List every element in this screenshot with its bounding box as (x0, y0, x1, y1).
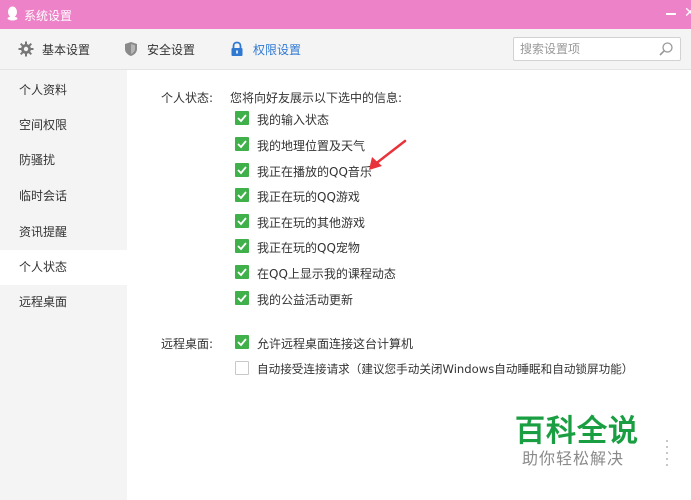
sidebar-item-remote-desktop[interactable]: 远程桌面 (0, 285, 127, 320)
check-icon (237, 242, 247, 251)
option-label-allow-remote-desktop: 允许远程桌面连接这台计算机 (257, 337, 414, 351)
sidebar-item-personal-status[interactable]: 个人状态 (0, 250, 127, 285)
option-label-qq-games: 我正在玩的QQ游戏 (257, 190, 360, 204)
tab-permission-settings-label: 权限设置 (253, 42, 302, 57)
settings-toolbar: 基本设置 安全设置 权限设置 (0, 29, 691, 70)
settings-sidebar: 个人资料 空间权限 防骚扰 临时会话 资讯提醒 个人状态 远程桌面 (0, 70, 127, 500)
option-label-course-activity: 在QQ上显示我的课程动态 (257, 267, 396, 281)
tab-basic-settings-label: 基本设置 (42, 42, 91, 57)
title-bar: 系统设置 ✕ (0, 0, 691, 29)
sidebar-item-space-permissions[interactable]: 空间权限 (0, 108, 127, 143)
check-icon (237, 338, 247, 347)
search-input[interactable] (520, 41, 650, 57)
shield-icon (125, 42, 137, 56)
option-label-qq-music: 我正在播放的QQ音乐 (257, 165, 372, 179)
close-button[interactable]: ✕ (684, 3, 691, 23)
personal-status-label: 个人状态: (161, 91, 214, 105)
sidebar-item-news-alerts[interactable]: 资讯提醒 (0, 215, 127, 250)
checkbox-qq-music[interactable] (235, 163, 249, 177)
option-label-auto-accept-connection: 自动接受连接请求（建议您手动关闭Windows自动睡眠和自动锁屏功能） (257, 362, 634, 376)
tab-security-settings[interactable]: 安全设置 (123, 29, 195, 69)
checkbox-other-games[interactable] (235, 214, 249, 228)
checkbox-typing-status[interactable] (235, 111, 249, 125)
check-icon (237, 191, 247, 200)
check-icon (237, 140, 247, 149)
check-icon (237, 114, 247, 123)
tab-basic-settings[interactable]: 基本设置 (18, 29, 90, 69)
option-label-location-weather: 我的地理位置及天气 (257, 139, 366, 153)
resize-grip-icon[interactable] (660, 440, 670, 470)
check-icon (237, 217, 247, 226)
watermark-slogan: 助你轻松解决 (522, 449, 625, 468)
checkbox-location-weather[interactable] (235, 137, 249, 151)
sidebar-item-profile[interactable]: 个人资料 (0, 73, 127, 108)
option-label-typing-status: 我的输入状态 (257, 113, 330, 127)
checkbox-course-activity[interactable] (235, 265, 249, 279)
remote-desktop-label: 远程桌面: (161, 337, 214, 351)
watermark-logo: 百科全说 (515, 414, 639, 449)
search-box[interactable] (513, 37, 681, 61)
personal-status-intro: 您将向好友展示以下选中的信息: (230, 91, 403, 105)
tab-security-settings-label: 安全设置 (147, 42, 196, 57)
minimize-button[interactable] (666, 13, 676, 15)
lock-icon (231, 41, 243, 56)
tab-permission-settings[interactable]: 权限设置 (229, 29, 301, 69)
checkbox-allow-remote-desktop[interactable] (235, 335, 249, 349)
window-title: 系统设置 (24, 9, 73, 23)
checkbox-qq-games[interactable] (235, 188, 249, 202)
qq-penguin-icon (7, 6, 18, 21)
option-label-charity-updates: 我的公益活动更新 (257, 293, 354, 307)
check-icon (237, 268, 247, 277)
checkbox-qq-pet[interactable] (235, 239, 249, 253)
sidebar-item-anti-harassment[interactable]: 防骚扰 (0, 143, 127, 178)
checkbox-charity-updates[interactable] (235, 291, 249, 305)
checkbox-auto-accept-connection[interactable] (235, 361, 249, 375)
check-icon (237, 294, 247, 303)
gear-icon (18, 41, 34, 57)
search-icon[interactable] (658, 41, 674, 57)
option-label-other-games: 我正在玩的其他游戏 (257, 216, 366, 230)
sidebar-item-temporary-chat[interactable]: 临时会话 (0, 179, 127, 214)
option-label-qq-pet: 我正在玩的QQ宠物 (257, 241, 360, 255)
check-icon (237, 166, 247, 175)
